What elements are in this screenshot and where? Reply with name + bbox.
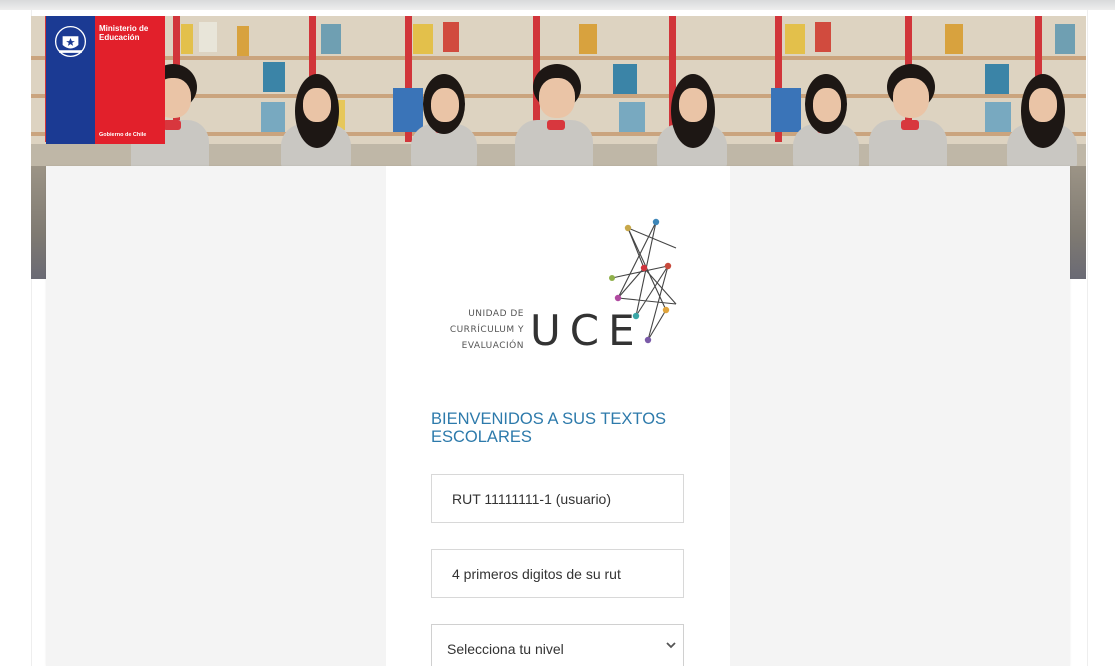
chevron-down-icon — [666, 642, 676, 649]
password-input[interactable] — [431, 549, 684, 598]
uce-logo: UNIDAD DE CURRÍCULUM Y EVALUACIÓN UCE — [418, 210, 688, 370]
level-select[interactable]: Selecciona tu nivel — [431, 624, 684, 666]
level-select-value: Selecciona tu nivel — [447, 641, 564, 657]
rut-input[interactable] — [431, 474, 684, 523]
browser-top-edge — [0, 0, 1115, 10]
uce-line-1: UNIDAD DE — [468, 309, 524, 319]
banner-photo-3 — [735, 16, 1086, 166]
uce-line-2: CURRÍCULUM Y — [449, 325, 524, 335]
coat-of-arms-icon — [54, 25, 87, 58]
login-page: Ministerio de Educación Gobierno de Chil… — [0, 0, 1115, 666]
network-nodes-icon — [609, 218, 677, 344]
welcome-title: BIENVENIDOS A SUS TEXTOS ESCOLARES — [431, 410, 667, 446]
government-label: Gobierno de Chile — [99, 132, 147, 138]
banner-photo-2 — [383, 16, 735, 166]
ministry-title: Ministerio de Educación — [99, 24, 149, 42]
uce-line-3: EVALUACIÓN — [461, 341, 524, 351]
ministry-logo: Ministerio de Educación Gobierno de Chil… — [46, 16, 165, 144]
uce-logo-text: UNIDAD DE CURRÍCULUM Y EVALUACIÓN — [418, 306, 524, 354]
